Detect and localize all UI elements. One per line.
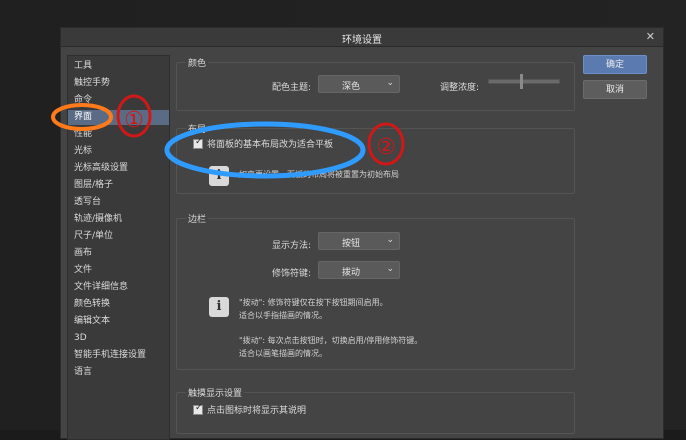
ok-button[interactable]: 确定 [583, 55, 647, 74]
tablet-layout-label: 将面板的基本布局改为适合平板 [207, 140, 334, 150]
category-commands[interactable]: 命令 [74, 93, 169, 108]
category-list: 工具 触控手势 命令 界面 性能 光标 光标高级设置 图层/格子 透写台 轨迹/… [67, 55, 170, 440]
density-slider-knob[interactable] [520, 74, 523, 89]
check-icon: ✓ [195, 137, 203, 147]
edge-info-line3: "拨动": 每次点击按钮时，切换启用/停用修饰符键。 [239, 336, 423, 345]
display-method-value: 按钮 [341, 239, 360, 249]
density-label: 调整浓度: [440, 83, 480, 93]
category-edit-text[interactable]: 编辑文本 [74, 314, 169, 329]
category-light-table[interactable]: 透写台 [74, 195, 169, 210]
tooltip-checkbox[interactable]: ✓ [193, 403, 203, 415]
category-tools[interactable]: 工具 [74, 59, 169, 74]
close-icon[interactable]: ✕ [646, 30, 655, 43]
check-icon: ✓ [195, 403, 203, 413]
category-smartphone[interactable]: 智能手机连接设置 [74, 348, 169, 363]
chevron-down-icon: ⌄ [386, 264, 394, 274]
density-slider[interactable] [488, 74, 560, 89]
layout-reset-note: 如变更设置，面板的布局将被重置为初始布局 [239, 170, 399, 179]
modifier-key-value: 拨动 [341, 268, 360, 278]
layout-group-title: 布局 [186, 122, 209, 135]
dialog-title: 环境设置 [342, 35, 382, 46]
category-interface[interactable]: 界面 [68, 110, 169, 125]
category-file[interactable]: 文件 [74, 263, 169, 278]
color-group-title: 颜色 [186, 56, 209, 69]
touch-group-title: 触摸显示设置 [186, 386, 245, 399]
category-layers[interactable]: 图层/格子 [74, 178, 169, 193]
theme-label: 配色主题: [272, 83, 312, 93]
theme-value: 深色 [341, 82, 360, 92]
category-file-details[interactable]: 文件详细信息 [74, 280, 169, 295]
category-cursor[interactable]: 光标 [74, 144, 169, 159]
info-icon: i [209, 297, 229, 317]
display-method-label: 显示方法: [272, 241, 312, 251]
chevron-down-icon: ⌄ [386, 235, 394, 245]
category-touch-gestures[interactable]: 触控手势 [74, 76, 169, 91]
category-language[interactable]: 语言 [74, 365, 169, 380]
edge-info-line4: 适合以画笔描画的情况。 [239, 349, 327, 358]
modifier-key-label: 修饰符键: [272, 269, 312, 279]
category-color-conversion[interactable]: 颜色转换 [74, 297, 169, 312]
cancel-button[interactable]: 取消 [583, 80, 647, 99]
chevron-down-icon: ⌄ [386, 78, 394, 88]
category-performance[interactable]: 性能 [74, 127, 169, 142]
category-track-camera[interactable]: 轨迹/摄像机 [74, 212, 169, 227]
modifier-key-dropdown[interactable]: 拨动 ⌄ [318, 261, 400, 279]
tooltip-label: 点击图标时将显示其说明 [207, 406, 307, 416]
tablet-layout-checkbox[interactable]: ✓ [193, 137, 203, 149]
category-3d[interactable]: 3D [74, 331, 169, 346]
category-cursor-advanced[interactable]: 光标高级设置 [74, 161, 169, 176]
title-bar: 环境设置 ✕ [61, 28, 663, 47]
category-ruler-units[interactable]: 尺子/单位 [74, 229, 169, 244]
edge-info-line1: "按动": 修饰符键仅在按下按钮期间启用。 [239, 298, 388, 307]
display-method-dropdown[interactable]: 按钮 ⌄ [318, 232, 400, 250]
edge-info-line2: 适合以手指描画的情况。 [239, 311, 327, 320]
edge-group-title: 边栏 [186, 212, 209, 225]
info-icon: i [209, 166, 229, 186]
category-canvas[interactable]: 画布 [74, 246, 169, 261]
theme-dropdown[interactable]: 深色 ⌄ [318, 75, 400, 93]
